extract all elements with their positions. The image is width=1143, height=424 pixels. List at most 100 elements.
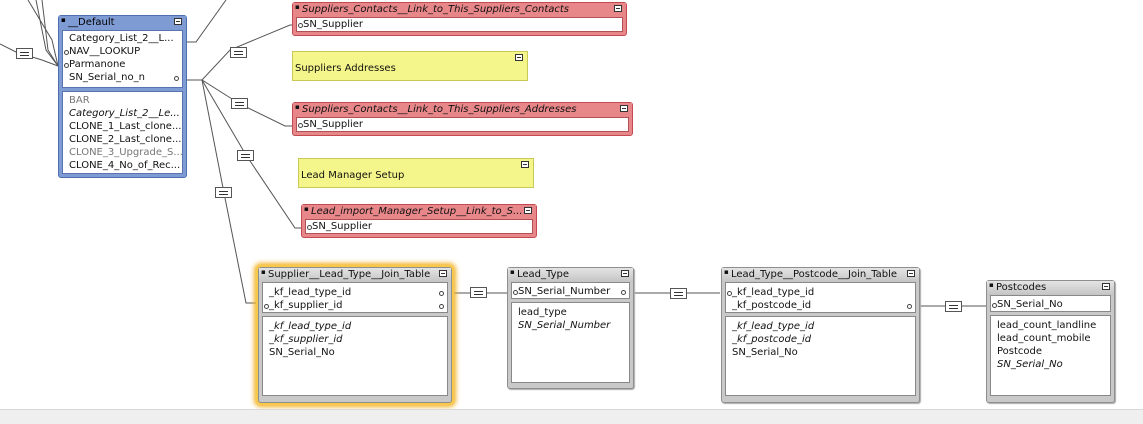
field-row[interactable]: CLONE_4_No_of_Rec...	[63, 159, 182, 172]
table-header[interactable]: ▪ Lead_Type__Postcode__Join_Table	[722, 268, 919, 282]
table-occurrence-lead-type-postcode-join-table[interactable]: ▪ Lead_Type__Postcode__Join_Table _kf_le…	[721, 267, 920, 403]
collapse-toggle-icon[interactable]	[521, 161, 529, 168]
field-row[interactable]: SN_Serial_No	[263, 346, 447, 359]
table-title: Postcodes	[996, 282, 1047, 293]
relationship-operator-equals[interactable]	[230, 47, 247, 58]
field-row[interactable]: _kf_postcode_id	[726, 299, 915, 312]
note-text: Suppliers Addresses	[295, 63, 396, 74]
collapse-toggle-icon[interactable]	[621, 270, 629, 277]
other-fields-section: _kf_lead_type_id _kf_postcode_id SN_Seri…	[725, 316, 916, 396]
field-row[interactable]: SN_Serial_Number	[512, 319, 629, 332]
key-marker-icon	[621, 290, 626, 295]
relationship-line	[201, 79, 262, 304]
table-header[interactable]: ▪ Suppliers_Contacts__Link_to_This_Suppl…	[293, 103, 632, 117]
table-header[interactable]: ▪ Suppliers_Contacts__Link_to_This_Suppl…	[293, 3, 626, 17]
table-occurrence-default[interactable]: ▪ __Default Category_List_2__L... NAV__L…	[58, 15, 187, 178]
relationship-operator-equals[interactable]	[945, 301, 962, 312]
table-header[interactable]: ▪ Postcodes	[987, 281, 1114, 295]
table-title: Lead_import_Manager_Setup__Link_to_S...	[311, 206, 523, 217]
field-row[interactable]: SN_Supplier	[297, 18, 622, 31]
field-row[interactable]: _kf_lead_type_id	[726, 286, 915, 299]
table-occurrence-lead-import-manager-setup[interactable]: ▪ Lead_import_Manager_Setup__Link_to_S..…	[301, 204, 537, 238]
collapse-toggle-icon[interactable]	[174, 18, 182, 25]
match-fields-section: SN_Supplier	[296, 17, 623, 32]
table-header[interactable]: ▪ Lead_import_Manager_Setup__Link_to_S..…	[302, 205, 536, 219]
field-row[interactable]: _kf_lead_type_id	[263, 320, 447, 333]
table-occurrence-supplier-lead-type-join-table[interactable]: ▪ Supplier__Lead_Type__Join_Table _kf_le…	[258, 267, 452, 403]
collapse-toggle-icon[interactable]	[1102, 283, 1110, 290]
field-row[interactable]: SN_Serial_No	[991, 358, 1110, 371]
relationship-operator-equals[interactable]	[215, 187, 232, 198]
horizontal-scrollbar[interactable]	[0, 409, 1143, 424]
note-text: Lead Manager Setup	[301, 170, 405, 181]
field-row[interactable]: Category_List_2__Le...	[63, 107, 182, 120]
relationship-graph-canvas[interactable]: ▪ __Default Category_List_2__L... NAV__L…	[0, 0, 1143, 423]
table-handle-icon: ▪	[295, 103, 300, 111]
table-title: __Default	[68, 17, 115, 28]
table-title: Lead_Type__Postcode__Join_Table	[731, 269, 898, 280]
field-row[interactable]: BAR	[63, 94, 182, 107]
collapse-toggle-icon[interactable]	[439, 270, 447, 277]
field-row[interactable]: lead_count_landline	[991, 319, 1110, 332]
table-occurrence-suppliers-addresses[interactable]: ▪ Suppliers_Contacts__Link_to_This_Suppl…	[292, 102, 633, 136]
table-handle-icon: ▪	[304, 205, 309, 213]
match-fields-section: _kf_lead_type_id _kf_postcode_id	[725, 282, 916, 313]
field-row[interactable]: SN_Serial_Number	[512, 285, 629, 298]
table-handle-icon: ▪	[510, 268, 515, 276]
field-row[interactable]: _kf_lead_type_id	[263, 286, 447, 299]
note-suppliers-addresses[interactable]: Suppliers Addresses	[292, 51, 528, 81]
collapse-toggle-icon[interactable]	[620, 105, 628, 112]
table-occurrence-suppliers-contacts[interactable]: ▪ Suppliers_Contacts__Link_to_This_Suppl…	[292, 2, 627, 36]
field-row[interactable]: SN_Serial_No	[991, 298, 1110, 311]
field-row[interactable]: lead_count_mobile	[991, 332, 1110, 345]
field-row[interactable]: _kf_supplier_id	[263, 333, 447, 346]
relationship-operator-equals[interactable]	[237, 150, 254, 161]
match-fields-section: SN_Supplier	[305, 219, 533, 234]
field-row[interactable]: _kf_lead_type_id	[726, 320, 915, 333]
table-handle-icon: ▪	[724, 268, 729, 276]
collapse-toggle-icon[interactable]	[907, 270, 915, 277]
relationship-line	[186, 0, 227, 43]
relationship-operator-equals[interactable]	[231, 98, 248, 109]
note-lead-manager-setup[interactable]: Lead Manager Setup	[298, 158, 534, 188]
field-row[interactable]: CLONE_2_Last_clone...	[63, 133, 182, 146]
field-row[interactable]: lead_type	[512, 306, 629, 319]
table-title: Lead_Type	[517, 269, 569, 280]
table-handle-icon: ▪	[295, 3, 300, 11]
field-row[interactable]: SN_Serial_no_n	[63, 71, 182, 84]
table-header[interactable]: ▪ __Default	[59, 16, 186, 30]
match-fields-section: SN_Serial_No	[990, 295, 1111, 312]
relationship-operator-equals[interactable]	[16, 48, 33, 59]
collapse-toggle-icon[interactable]	[614, 5, 622, 12]
other-fields-section: lead_type SN_Serial_Number	[511, 302, 630, 383]
match-fields-section: SN_Supplier	[296, 117, 629, 132]
table-occurrence-postcodes[interactable]: ▪ Postcodes SN_Serial_No lead_count_land…	[986, 280, 1115, 403]
table-title: Supplier__Lead_Type__Join_Table	[268, 269, 431, 280]
field-row[interactable]: CLONE_3_Upgrade_S...	[63, 146, 182, 159]
field-row[interactable]: SN_Supplier	[297, 118, 628, 131]
table-header[interactable]: ▪ Supplier__Lead_Type__Join_Table	[259, 268, 451, 282]
field-row[interactable]: NAV__LOOKUP	[63, 45, 182, 58]
relationship-operator-equals[interactable]	[470, 287, 487, 298]
key-marker-icon	[439, 291, 444, 296]
table-header[interactable]: ▪ Lead_Type	[508, 268, 633, 282]
field-row[interactable]: SN_Serial_No	[726, 346, 915, 359]
table-handle-icon: ▪	[261, 268, 266, 276]
field-row[interactable]: SN_Supplier	[306, 220, 532, 233]
match-fields-section: _kf_lead_type_id _kf_supplier_id	[262, 282, 448, 313]
field-row[interactable]: Parmanone	[63, 58, 182, 71]
table-occurrence-lead-type[interactable]: ▪ Lead_Type SN_Serial_Number lead_type S…	[507, 267, 634, 389]
field-row[interactable]: _kf_supplier_id	[263, 299, 447, 312]
field-row[interactable]: Postcode	[991, 345, 1110, 358]
relationship-operator-equals[interactable]	[670, 288, 687, 299]
other-fields-section: BAR Category_List_2__Le... CLONE_1_Last_…	[62, 91, 183, 174]
field-row[interactable]: Category_List_2__L...	[63, 32, 182, 45]
collapse-toggle-icon[interactable]	[524, 207, 532, 214]
table-handle-icon: ▪	[61, 16, 66, 24]
field-row[interactable]: CLONE_1_Last_clone...	[63, 120, 182, 133]
field-row[interactable]: _kf_postcode_id	[726, 333, 915, 346]
table-handle-icon: ▪	[989, 281, 994, 289]
collapse-toggle-icon[interactable]	[515, 54, 523, 61]
match-fields-section: SN_Serial_Number	[511, 282, 630, 299]
other-fields-section: _kf_lead_type_id _kf_supplier_id SN_Seri…	[262, 316, 448, 396]
